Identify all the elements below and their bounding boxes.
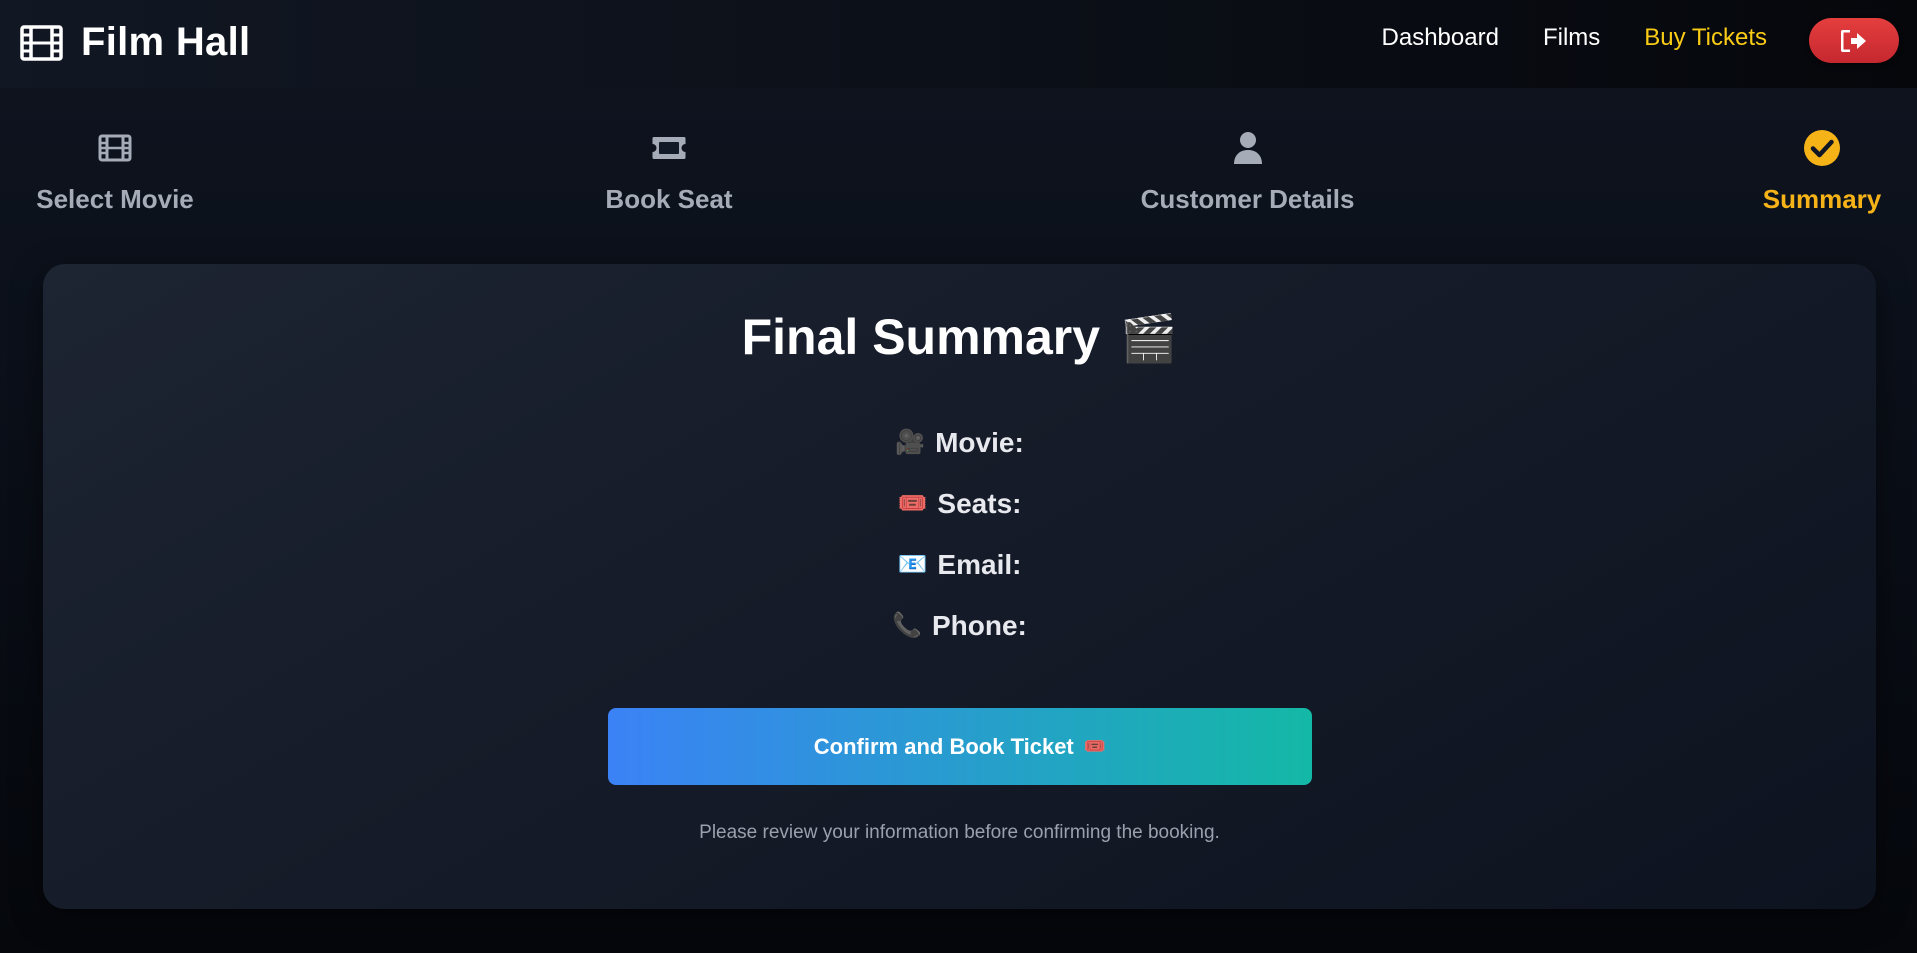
step-label: Customer Details (1140, 184, 1355, 214)
field-label: Phone: (932, 609, 1027, 641)
sign-out-icon (1841, 29, 1866, 52)
nav-links: Dashboard Films Buy Tickets (1338, 24, 1767, 52)
ticket-icon: 🎟️ (1083, 736, 1107, 756)
step-select-movie[interactable]: Select Movie (36, 126, 194, 215)
field-label: Movie: (935, 426, 1024, 458)
step-label: Select Movie (36, 184, 194, 214)
movie-camera-icon: 🎥 (895, 429, 926, 456)
step-label: Summary (1762, 184, 1882, 214)
summary-row-email: 📧 Email: (43, 534, 1876, 595)
user-icon (1233, 132, 1262, 164)
nav-link-films[interactable]: Films (1543, 24, 1600, 52)
step-book-seat[interactable]: Book Seat (605, 126, 733, 215)
clapperboard-icon: 🎬 (1120, 312, 1178, 364)
film-icon (20, 24, 63, 61)
summary-row-seats: 🎟️ Seats: (43, 473, 1876, 534)
check-circle-icon (1804, 130, 1840, 166)
helper-text: Please review your information before co… (699, 822, 1220, 843)
summary-card: Final Summary 🎬 🎥 Movie: 🎟️ Seats: 📧 Emai… (43, 264, 1876, 909)
ticket-icon (652, 137, 686, 159)
film-icon (98, 134, 132, 162)
step-summary[interactable]: Summary (1762, 126, 1882, 215)
email-icon: 📧 (897, 551, 928, 578)
step-customer-details[interactable]: Customer Details (1141, 126, 1354, 215)
summary-row-phone: 📞 Phone: (43, 595, 1876, 656)
field-label: Email: (937, 548, 1022, 580)
nav-link-buy-tickets[interactable]: Buy Tickets (1644, 24, 1767, 52)
confirm-booking-button[interactable]: Confirm and Book Ticket 🎟️ (608, 708, 1312, 785)
ticket-icon: 🎟️ (897, 490, 928, 517)
field-label: Seats: (937, 487, 1022, 519)
page-title: Final Summary 🎬 (43, 308, 1876, 366)
summary-row-movie: 🎥 Movie: (43, 412, 1876, 473)
summary-title: Final Summary (741, 309, 1101, 365)
top-navbar: Film Hall Dashboard Films Buy Tickets (0, 0, 1917, 88)
step-label: Book Seat (605, 184, 733, 214)
phone-icon: 📞 (892, 612, 922, 639)
brand[interactable]: Film Hall (20, 20, 250, 65)
logout-button[interactable] (1809, 18, 1899, 63)
confirm-button-label: Confirm and Book Ticket (813, 733, 1074, 759)
summary-fields: 🎥 Movie: 🎟️ Seats: 📧 Email: 📞 Phone: (43, 412, 1876, 656)
nav-link-dashboard[interactable]: Dashboard (1382, 24, 1499, 52)
brand-title: Film Hall (81, 20, 251, 64)
booking-stepper: Select Movie Book Seat Customer Details … (0, 126, 1917, 226)
